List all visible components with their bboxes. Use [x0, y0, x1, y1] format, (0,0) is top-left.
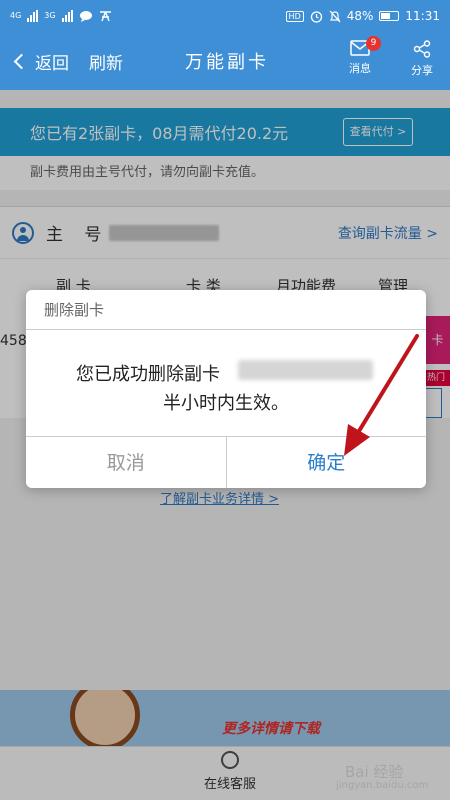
back-label: 返回: [35, 53, 69, 74]
share-label: 分享: [411, 64, 433, 77]
battery-percent: 48%: [346, 9, 374, 23]
share-icon: [413, 40, 431, 58]
share-button[interactable]: 分享: [402, 40, 442, 78]
delete-card-dialog: 删除副卡 您已成功删除副卡 半小时内生效。 取消 确定: [26, 290, 426, 488]
dialog-message-line1: 您已成功删除副卡: [76, 364, 220, 385]
messages-button[interactable]: 9 消息: [340, 36, 381, 76]
nav-bar: 返回 刷新 万能副卡 9 消息 分享: [0, 32, 450, 90]
dialog-buttons: 取消 确定: [26, 436, 426, 488]
dialog-message-line2: 半小时内生效。: [163, 393, 289, 414]
dialog-title: 删除副卡: [26, 290, 426, 330]
battery-icon: [379, 11, 400, 21]
mute-icon: [329, 10, 341, 22]
signal-icon: [27, 10, 39, 22]
notification-icon: [99, 11, 111, 22]
signal-icon-2: [61, 10, 73, 22]
message-count-badge: 9: [366, 36, 381, 51]
network-type-1: 4G: [10, 11, 22, 20]
hd-icon: HD: [285, 10, 304, 22]
confirm-button[interactable]: 确定: [227, 437, 427, 488]
clock: 11:31: [405, 9, 440, 23]
page-title: 万能副卡: [185, 52, 269, 73]
redacted-card-number: [238, 360, 373, 380]
refresh-button[interactable]: 刷新: [89, 49, 123, 74]
network-type-2: 3G: [44, 11, 56, 20]
back-button[interactable]: 返回: [12, 49, 69, 74]
chevron-left-icon: [13, 53, 30, 69]
cancel-button[interactable]: 取消: [26, 437, 227, 488]
status-bar: 4G 3G HD 48% 11:31: [0, 0, 450, 32]
alarm-icon: [310, 10, 322, 23]
chat-bubble-icon: [79, 11, 92, 22]
messages-label: 消息: [349, 62, 371, 75]
